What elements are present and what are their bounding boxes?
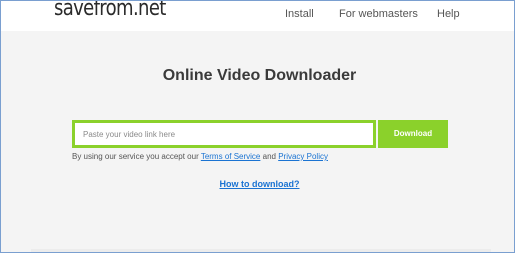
how-to-download-link[interactable]: How to download? <box>220 179 300 189</box>
browser-frame: savefrom.net Install For webmasters Help… <box>0 0 515 253</box>
site-header: savefrom.net Install For webmasters Help <box>1 1 514 31</box>
nav-help-link[interactable]: Help <box>437 8 460 21</box>
terms-and-text: and <box>260 152 279 161</box>
video-link-input[interactable] <box>75 123 373 145</box>
bottom-divider <box>31 249 491 252</box>
privacy-policy-link[interactable]: Privacy Policy <box>278 152 328 161</box>
how-to-section: How to download? <box>1 179 514 190</box>
terms-of-service-link[interactable]: Terms of Service <box>201 152 261 161</box>
page-title: Online Video Downloader <box>162 67 357 84</box>
download-button[interactable]: Download <box>378 120 448 148</box>
nav-webmasters-link[interactable]: For webmasters <box>339 8 418 21</box>
terms-notice: By using our service you accept our Term… <box>72 152 328 162</box>
site-logo[interactable]: savefrom.net <box>54 1 166 23</box>
nav-install-link[interactable]: Install <box>285 8 314 21</box>
search-box <box>72 120 376 148</box>
terms-prefix-text: By using our service you accept our <box>72 152 201 161</box>
main-content: Online Video Downloader Download By usin… <box>1 31 514 252</box>
